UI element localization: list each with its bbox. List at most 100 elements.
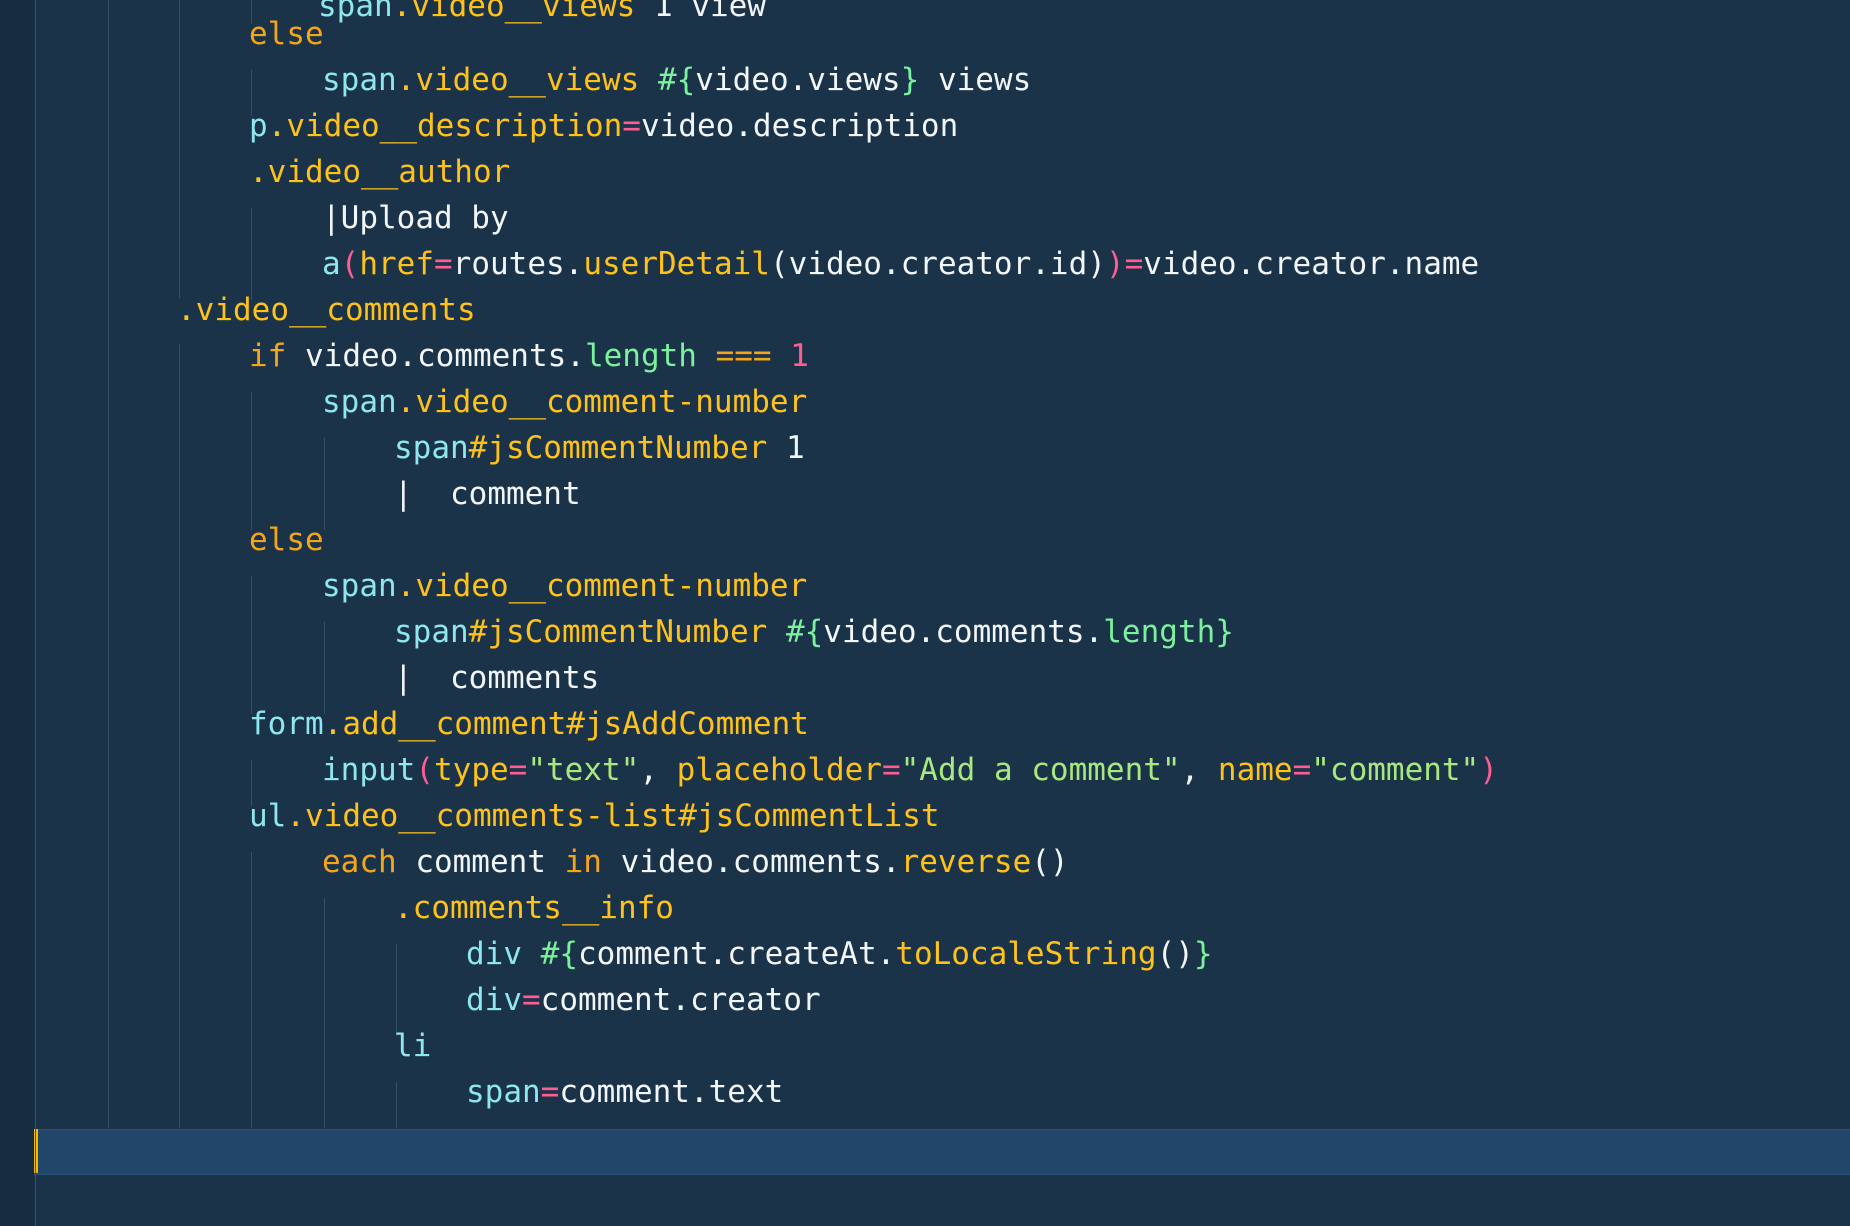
code-token: video.description — [640, 108, 959, 144]
code-token: #{ — [540, 936, 578, 972]
code-token: comment.createAt. — [578, 936, 896, 972]
code-line[interactable]: span.video__comment-number — [322, 379, 1850, 425]
code-token: comment — [396, 844, 565, 880]
code-token: .video__description — [267, 108, 623, 144]
code-token: input — [322, 752, 416, 788]
code-line[interactable]: else — [249, 517, 1850, 563]
code-token: = — [622, 108, 641, 144]
code-token: else — [249, 522, 324, 558]
code-token: type — [434, 752, 509, 788]
code-token: #{ — [785, 614, 824, 650]
code-token: span — [322, 568, 397, 604]
editor-gutter — [0, 0, 34, 1226]
code-line[interactable]: span#jsCommentNumber #{video.comments.le… — [394, 609, 1850, 655]
code-line[interactable]: else — [249, 11, 1850, 57]
code-token: div — [466, 982, 522, 1018]
code-token: form — [249, 706, 324, 742]
code-line[interactable]: li — [394, 1023, 1850, 1069]
code-token: in — [564, 844, 602, 880]
code-line[interactable]: ul.video__comments-list#jsCommentList — [249, 793, 1850, 839]
code-token: = — [434, 246, 453, 282]
code-token: else — [249, 16, 324, 52]
code-token: .video__comment-number — [396, 384, 808, 420]
code-token: video.creator.name — [1143, 246, 1480, 282]
code-line[interactable]: span.video__comment-number — [322, 563, 1850, 609]
code-token: .video__comments-list#jsCommentList — [286, 798, 940, 834]
code-line[interactable]: div #{comment.createAt.toLocaleString()} — [466, 931, 1850, 977]
code-token: div — [466, 936, 522, 972]
code-token: .comments__info — [394, 890, 674, 926]
code-token: ) — [1479, 752, 1498, 788]
code-line[interactable]: span=comment.text — [466, 1069, 1850, 1115]
code-line[interactable]: span.video__views #{video.views} views — [322, 57, 1850, 103]
code-token: "text" — [527, 752, 640, 788]
code-line[interactable]: form.add__comment#jsAddComment — [249, 701, 1850, 747]
code-line[interactable]: |Upload by — [322, 195, 1850, 241]
code-line[interactable]: p.video__description=video.description — [249, 103, 1850, 149]
indent-guide — [35, 0, 36, 1226]
code-token: span — [394, 614, 469, 650]
code-token: toLocaleString — [895, 936, 1157, 972]
code-token: |Upload by — [322, 200, 509, 236]
code-line[interactable]: div=comment.creator — [466, 977, 1850, 1023]
code-token: .video__comments — [177, 292, 476, 328]
code-token: routes. — [452, 246, 584, 282]
code-line[interactable]: .video__author — [249, 149, 1850, 195]
code-token: length — [1103, 614, 1216, 650]
code-token: length — [584, 338, 697, 374]
code-token: 1 — [767, 430, 805, 466]
indent-guide — [251, 576, 252, 714]
code-token: #jsCommentNumber — [468, 614, 768, 650]
code-token: .video__author — [249, 154, 511, 190]
code-token: name — [1217, 752, 1293, 788]
code-editor[interactable]: span.video__views 1 view else span.video__… — [0, 0, 1850, 1226]
code-token: comment.creator — [540, 982, 821, 1018]
code-line[interactable]: each comment in video.comments.reverse() — [322, 839, 1850, 885]
code-token: .video__comment-number — [396, 568, 808, 604]
code-token: #{ — [657, 62, 696, 98]
code-token: )= — [1105, 246, 1144, 282]
code-line[interactable]: span#jsCommentNumber 1 — [394, 425, 1850, 471]
code-token: "Add a comment" — [900, 752, 1181, 788]
indent-guide — [324, 898, 325, 1128]
code-token: each — [322, 844, 397, 880]
indent-guide — [108, 0, 109, 1128]
code-line[interactable]: .comments__info — [394, 885, 1850, 931]
code-token: = — [522, 982, 541, 1018]
code-line[interactable]: .video__comments — [177, 287, 1850, 333]
code-line[interactable]: | comments — [394, 655, 1850, 701]
code-token: .video__views — [396, 62, 640, 98]
code-token: userDetail — [583, 246, 770, 282]
code-line[interactable]: input(type="text", placeholder="Add a co… — [322, 747, 1850, 793]
code-token: href — [359, 246, 434, 282]
code-line[interactable]: a(href=routes.userDetail(video.creator.i… — [322, 241, 1850, 287]
indent-guide — [251, 852, 252, 1128]
code-token: if — [249, 338, 287, 374]
code-token: , — [1180, 752, 1218, 788]
code-token: (video.creator.id) — [769, 246, 1106, 282]
code-token: === — [715, 338, 772, 374]
indent-guide — [251, 392, 252, 530]
code-area[interactable]: span.video__views 1 view else span.video__… — [34, 0, 1850, 1226]
code-token: = — [508, 752, 528, 788]
code-token: 1 — [790, 338, 809, 374]
code-token: } — [900, 62, 920, 98]
indent-guide — [179, 344, 180, 1128]
code-token: p — [249, 108, 268, 144]
code-line[interactable]: | comment — [394, 471, 1850, 517]
code-token: video.comments. — [823, 614, 1104, 650]
code-line[interactable]: if video.comments.length === 1 — [249, 333, 1850, 379]
code-token: video.views — [695, 62, 901, 98]
code-token: span — [466, 1074, 541, 1110]
indent-guide — [396, 1082, 397, 1128]
code-token: span — [394, 430, 469, 466]
code-token: = — [1292, 752, 1312, 788]
code-token: = — [540, 1074, 560, 1110]
code-token: = — [881, 752, 901, 788]
code-token: reverse — [900, 844, 1032, 880]
